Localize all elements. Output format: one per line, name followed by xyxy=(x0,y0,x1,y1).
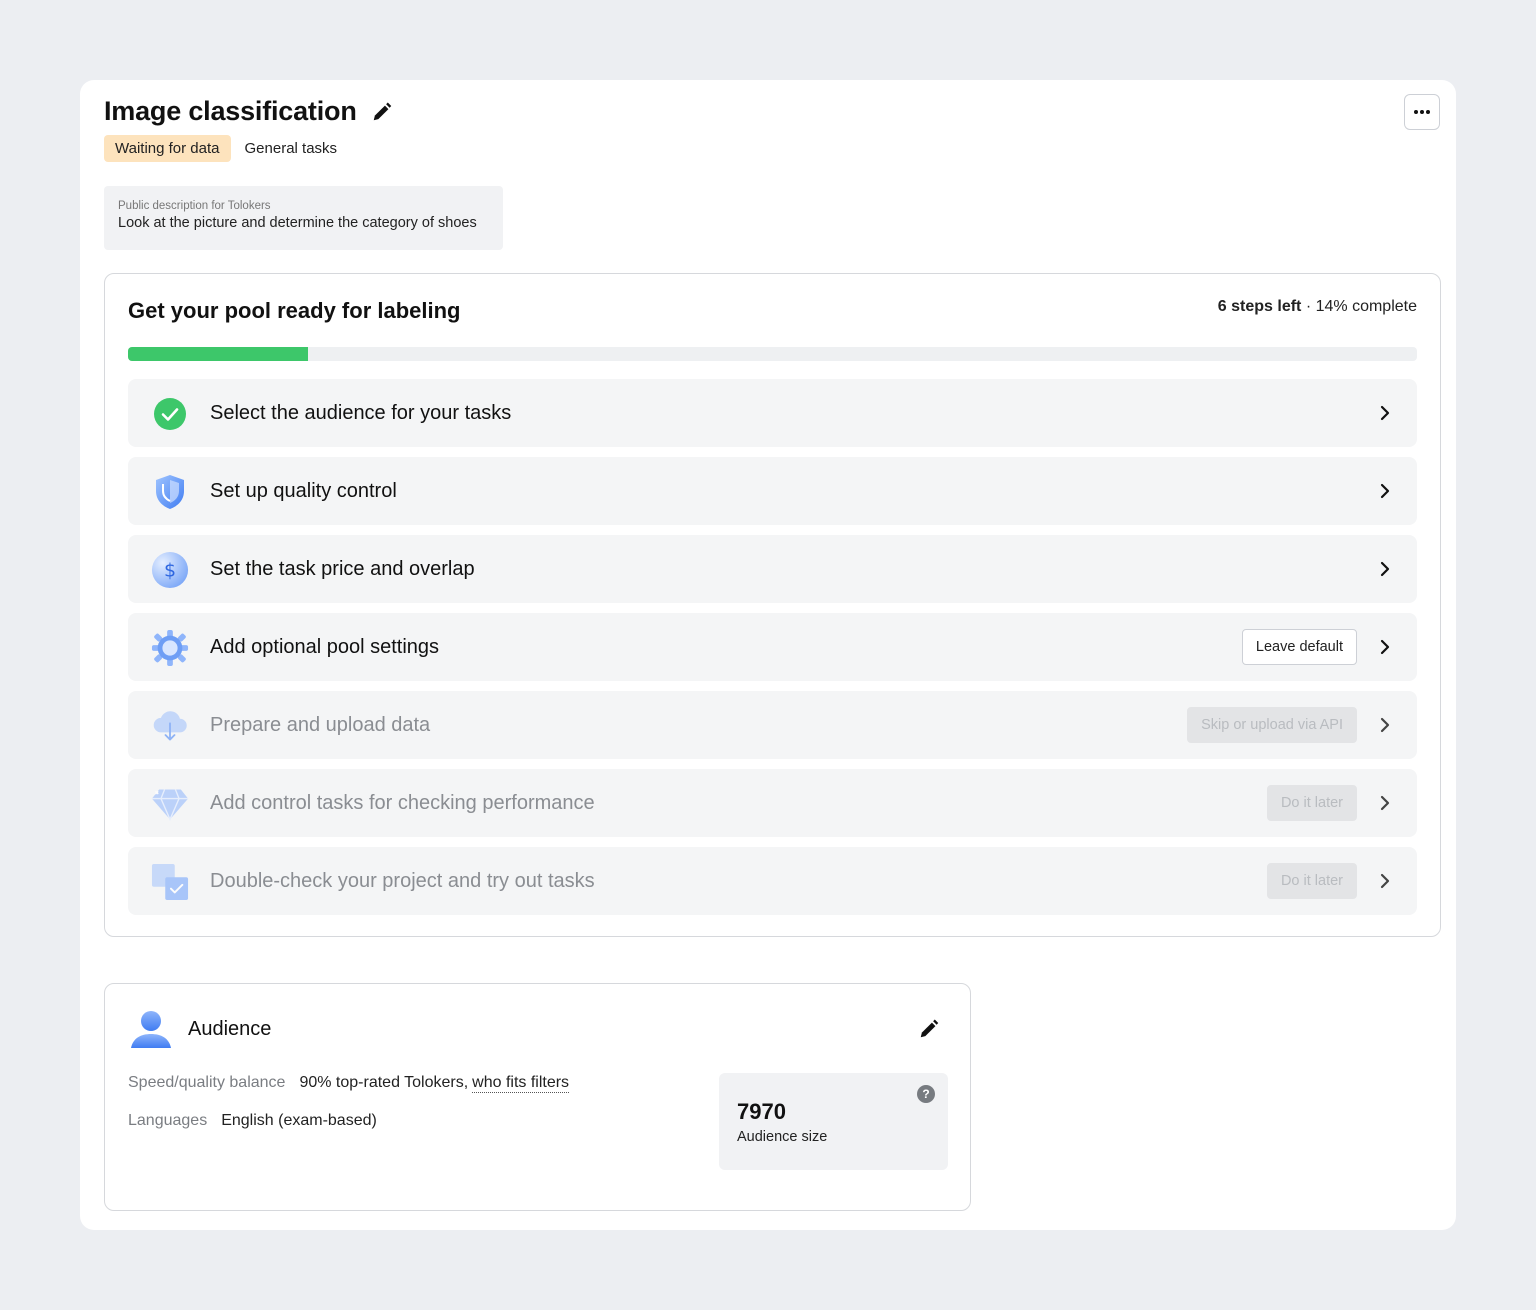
check-circle-icon xyxy=(151,395,189,433)
step-label: Double-check your project and try out ta… xyxy=(210,869,595,892)
step-upload-data[interactable]: Prepare and upload data Skip or upload v… xyxy=(128,691,1417,759)
chevron-right-icon xyxy=(1377,401,1393,425)
ellipsis-icon xyxy=(1414,110,1430,114)
checkbox-stack-icon xyxy=(151,863,189,901)
audience-size-label: Audience size xyxy=(737,1129,828,1145)
edit-title-button[interactable] xyxy=(369,99,395,125)
user-icon xyxy=(129,1010,173,1050)
step-select-audience[interactable]: Select the audience for your tasks xyxy=(128,379,1417,447)
chevron-right-icon xyxy=(1377,869,1393,893)
who-fits-filters-link[interactable]: who fits filters xyxy=(472,1074,570,1093)
chevron-right-icon xyxy=(1377,557,1393,581)
speed-quality-label: Speed/quality balance xyxy=(128,1074,286,1091)
more-options-button[interactable] xyxy=(1404,94,1440,130)
edit-audience-button[interactable] xyxy=(918,1018,942,1042)
svg-text:$: $ xyxy=(164,560,176,582)
pencil-icon xyxy=(920,1019,939,1038)
shield-icon xyxy=(151,473,189,511)
audience-size-box: ? 7970 Audience size xyxy=(719,1073,948,1170)
public-description: Public description for Tolokers Look at … xyxy=(104,186,503,250)
step-quality-control[interactable]: Set up quality control xyxy=(128,457,1417,525)
step-double-check[interactable]: Double-check your project and try out ta… xyxy=(128,847,1417,915)
languages-label: Languages xyxy=(128,1112,208,1129)
step-label: Prepare and upload data xyxy=(210,713,431,736)
description-text: Look at the picture and determine the ca… xyxy=(118,215,477,231)
do-it-later-button[interactable]: Do it later xyxy=(1266,863,1357,899)
chevron-right-icon xyxy=(1377,791,1393,815)
pool-setup-panel: Get your pool ready for labeling 6 steps… xyxy=(104,273,1441,937)
cloud-download-icon xyxy=(151,707,189,745)
page-title: Image classification xyxy=(104,96,357,126)
step-label: Add control tasks for checking performan… xyxy=(210,791,595,814)
chevron-right-icon xyxy=(1377,479,1393,503)
steps-left: 6 steps left xyxy=(1217,298,1302,315)
step-label: Set up quality control xyxy=(210,479,397,502)
speed-quality-row: Speed/quality balance 90% top-rated Tolo… xyxy=(128,1074,570,1093)
step-optional-settings[interactable]: Add optional pool settings Leave default xyxy=(128,613,1417,681)
audience-card: Audience Speed/quality balance 90% top-r… xyxy=(104,983,971,1211)
title-row: Image classification xyxy=(104,96,395,127)
description-label: Public description for Tolokers xyxy=(118,200,271,212)
speed-quality-value: 90% top-rated Tolokers, xyxy=(299,1074,469,1091)
chevron-right-icon xyxy=(1377,635,1393,659)
audience-title: Audience xyxy=(188,1018,272,1040)
progress-bar xyxy=(128,347,1417,361)
step-task-price[interactable]: $ Set the task price and overlap xyxy=(128,535,1417,603)
leave-default-button[interactable]: Leave default xyxy=(1241,629,1357,665)
pool-setup-title: Get your pool ready for labeling xyxy=(128,298,461,323)
step-control-tasks[interactable]: Add control tasks for checking performan… xyxy=(128,769,1417,837)
dollar-coin-icon: $ xyxy=(151,551,189,589)
project-card: Image classification Waiting for data Ge… xyxy=(80,80,1456,1230)
step-label: Set the task price and overlap xyxy=(210,557,475,580)
languages-row: Languages English (exam-based) xyxy=(128,1112,377,1130)
gear-icon xyxy=(151,629,189,667)
progress-separator: · xyxy=(1301,298,1316,315)
diamond-icon xyxy=(151,785,189,823)
pencil-icon xyxy=(373,102,391,120)
step-label: Select the audience for your tasks xyxy=(210,401,512,424)
chevron-right-icon xyxy=(1377,713,1393,737)
step-label: Add optional pool settings xyxy=(210,635,440,658)
tags-row: Waiting for data General tasks xyxy=(104,135,337,162)
languages-value: English (exam-based) xyxy=(221,1112,377,1129)
progress-summary: 6 steps left · 14% complete xyxy=(1218,298,1417,316)
skip-or-upload-api-button[interactable]: Skip or upload via API xyxy=(1187,707,1357,743)
do-it-later-button[interactable]: Do it later xyxy=(1266,785,1357,821)
status-badge: Waiting for data xyxy=(104,135,231,162)
progress-bar-fill xyxy=(128,347,309,361)
category-tag[interactable]: General tasks xyxy=(245,140,338,157)
help-icon[interactable]: ? xyxy=(917,1085,935,1103)
percent-complete: 14% complete xyxy=(1315,298,1417,315)
audience-size-value: 7970 xyxy=(737,1099,786,1124)
